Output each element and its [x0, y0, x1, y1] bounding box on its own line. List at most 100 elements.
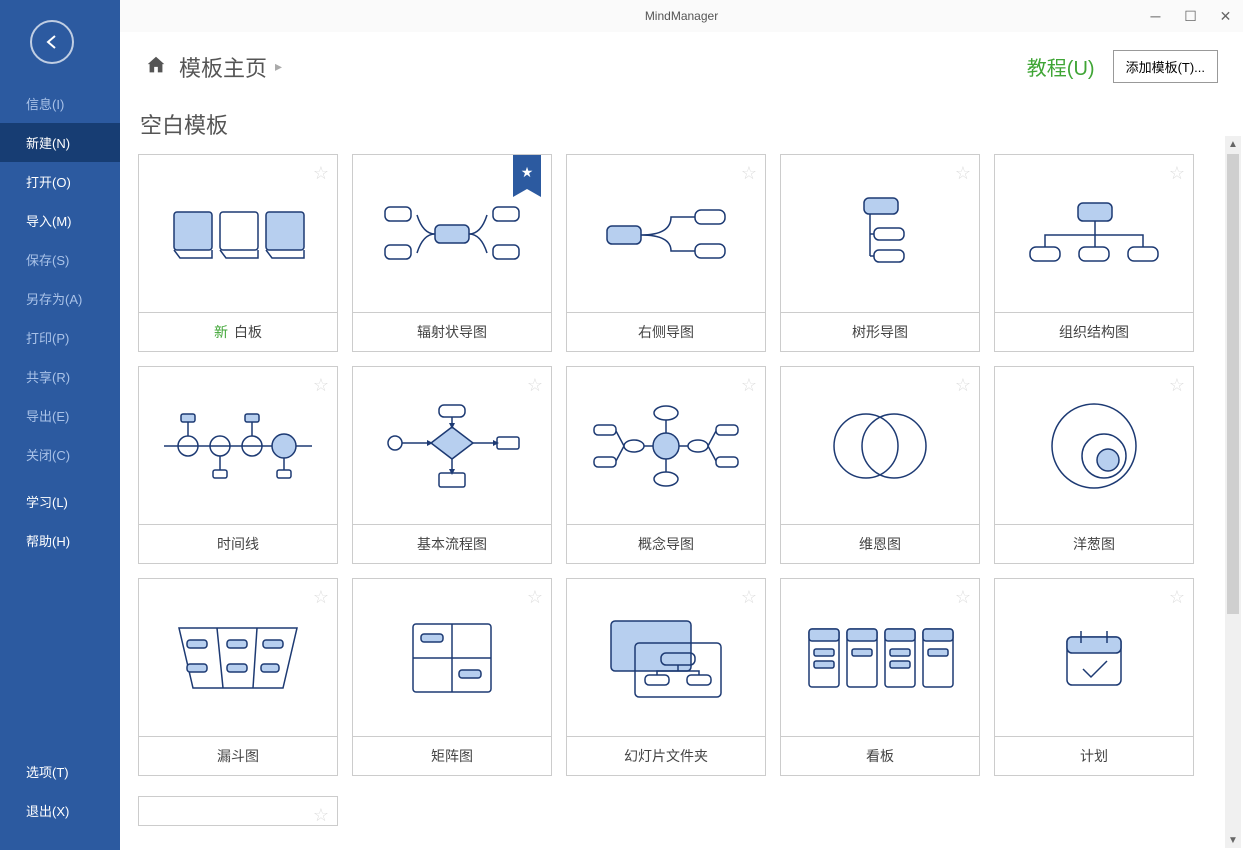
template-preview: ☆	[567, 367, 765, 525]
toolbar: 模板主页 ▸ 教程(U) 添加模板(T)...	[120, 32, 1243, 102]
sidebar-item-1[interactable]: 新建(N)	[0, 123, 120, 162]
section-title: 空白模板	[140, 108, 1207, 140]
template-label: 看板	[781, 737, 979, 775]
star-icon[interactable]: ☆	[1169, 375, 1185, 396]
template-label: 辐射状导图	[353, 313, 551, 351]
template-label: 矩阵图	[353, 737, 551, 775]
template-label: 洋葱图	[995, 525, 1193, 563]
nav-list: 信息(I)新建(N)打开(O)导入(M)保存(S)另存为(A)打印(P)共享(R…	[0, 84, 120, 560]
sidebar-bottom-item-1[interactable]: 退出(X)	[0, 791, 120, 830]
star-icon: ☆	[313, 805, 329, 826]
template-card-matrix[interactable]: ☆ 矩阵图	[352, 578, 552, 776]
star-icon[interactable]: ☆	[313, 375, 329, 396]
template-card-timeline[interactable]: ☆ 时间线	[138, 366, 338, 564]
scrollbar[interactable]: ▲ ▼	[1225, 136, 1241, 848]
template-preview: ☆	[781, 579, 979, 737]
star-icon[interactable]: ☆	[741, 587, 757, 608]
template-label: 幻灯片文件夹	[567, 737, 765, 775]
chevron-right-icon: ▸	[275, 58, 282, 75]
nav-bottom: 选项(T)退出(X)	[0, 752, 120, 830]
template-preview: ☆	[353, 367, 551, 525]
maximize-button[interactable]: ☐	[1173, 0, 1208, 32]
template-card[interactable]: ☆	[138, 796, 338, 826]
sidebar-item-7: 共享(R)	[0, 357, 120, 396]
template-preview: ☆	[353, 579, 551, 737]
scroll-down-button[interactable]: ▼	[1225, 832, 1241, 848]
template-preview: ☆	[995, 367, 1193, 525]
sidebar-item-2[interactable]: 打开(O)	[0, 162, 120, 201]
home-icon[interactable]	[145, 54, 167, 79]
template-card-onion[interactable]: ☆ 洋葱图	[994, 366, 1194, 564]
template-card-tree[interactable]: ☆树形导图	[780, 154, 980, 352]
sidebar-item-0: 信息(I)	[0, 84, 120, 123]
star-icon[interactable]: ☆	[1169, 163, 1185, 184]
template-preview: ☆	[139, 579, 337, 737]
template-label: 计划	[995, 737, 1193, 775]
breadcrumb[interactable]: 模板主页	[179, 51, 267, 83]
star-icon[interactable]: ☆	[527, 375, 543, 396]
template-label: 维恩图	[781, 525, 979, 563]
sidebar-item-9: 关闭(C)	[0, 435, 120, 474]
star-icon[interactable]: ☆	[1169, 587, 1185, 608]
sidebar-item-5: 另存为(A)	[0, 279, 120, 318]
template-card-venn[interactable]: ☆ 维恩图	[780, 366, 980, 564]
template-label: 漏斗图	[139, 737, 337, 775]
star-icon[interactable]: ☆	[955, 587, 971, 608]
template-card-org[interactable]: ☆ 组织结构图	[994, 154, 1194, 352]
template-card-concept[interactable]: ☆ 概念导图	[566, 366, 766, 564]
template-label: 概念导图	[567, 525, 765, 563]
title-bar: MindManager ─ ☐ ✕	[120, 0, 1243, 32]
sidebar-item-3[interactable]: 导入(M)	[0, 201, 120, 240]
star-icon[interactable]: ☆	[741, 163, 757, 184]
sidebar: 信息(I)新建(N)打开(O)导入(M)保存(S)另存为(A)打印(P)共享(R…	[0, 0, 120, 850]
template-preview: ☆	[995, 155, 1193, 313]
template-label: 新白板	[139, 313, 337, 351]
template-card-kanban[interactable]: ☆ 看板	[780, 578, 980, 776]
template-preview: ☆	[139, 367, 337, 525]
template-card-funnel[interactable]: ☆ 漏斗图	[138, 578, 338, 776]
template-preview: ★	[353, 155, 551, 313]
template-label: 时间线	[139, 525, 337, 563]
template-card-radial[interactable]: ★ 辐射状导图	[352, 154, 552, 352]
star-icon[interactable]: ☆	[527, 587, 543, 608]
template-label: 基本流程图	[353, 525, 551, 563]
template-card-plan[interactable]: ☆ 计划	[994, 578, 1194, 776]
template-preview: ☆	[567, 579, 765, 737]
content-area: 空白模板 ☆新白板★辐射状导图☆右侧导图☆树形导图☆组织结构图☆时间线☆基本流程…	[120, 102, 1225, 850]
star-icon[interactable]: ☆	[741, 375, 757, 396]
template-card-slides[interactable]: ☆ 幻灯片文件夹	[566, 578, 766, 776]
template-preview: ☆	[139, 155, 337, 313]
close-window-button[interactable]: ✕	[1208, 0, 1243, 32]
arrow-left-icon	[42, 32, 62, 52]
scroll-up-button[interactable]: ▲	[1225, 136, 1241, 152]
add-template-button[interactable]: 添加模板(T)...	[1113, 50, 1218, 83]
template-card-right[interactable]: ☆ 右侧导图	[566, 154, 766, 352]
template-preview: ☆	[781, 155, 979, 313]
sidebar-bottom-item-0[interactable]: 选项(T)	[0, 752, 120, 791]
scroll-thumb[interactable]	[1227, 154, 1239, 614]
template-card-flowchart[interactable]: ☆ 基本流程图	[352, 366, 552, 564]
template-grid: ☆新白板★辐射状导图☆右侧导图☆树形导图☆组织结构图☆时间线☆基本流程图☆概念导…	[138, 154, 1207, 776]
sidebar-item-4: 保存(S)	[0, 240, 120, 279]
sidebar-item-11[interactable]: 帮助(H)	[0, 521, 120, 560]
favorite-ribbon-icon: ★	[513, 155, 541, 189]
sidebar-item-10[interactable]: 学习(L)	[0, 482, 120, 521]
template-preview: ☆	[567, 155, 765, 313]
star-icon[interactable]: ☆	[955, 375, 971, 396]
star-icon[interactable]: ☆	[313, 587, 329, 608]
sidebar-item-8: 导出(E)	[0, 396, 120, 435]
template-preview: ☆	[995, 579, 1193, 737]
sidebar-item-6: 打印(P)	[0, 318, 120, 357]
template-label: 组织结构图	[995, 313, 1193, 351]
template-label: 右侧导图	[567, 313, 765, 351]
back-button[interactable]	[30, 20, 74, 64]
new-tag: 新	[214, 322, 228, 342]
app-title: MindManager	[645, 9, 718, 23]
minimize-button[interactable]: ─	[1138, 0, 1173, 32]
main-area: 模板主页 ▸ 教程(U) 添加模板(T)... 空白模板 ☆ 新白板 ★ 辐射状导图 ☆…	[120, 32, 1243, 850]
star-icon[interactable]: ☆	[313, 163, 329, 184]
star-icon[interactable]: ☆	[955, 163, 971, 184]
template-preview: ☆	[781, 367, 979, 525]
tutorial-link[interactable]: 教程(U)	[1027, 52, 1095, 81]
template-card-whiteboard[interactable]: ☆ 新白板	[138, 154, 338, 352]
